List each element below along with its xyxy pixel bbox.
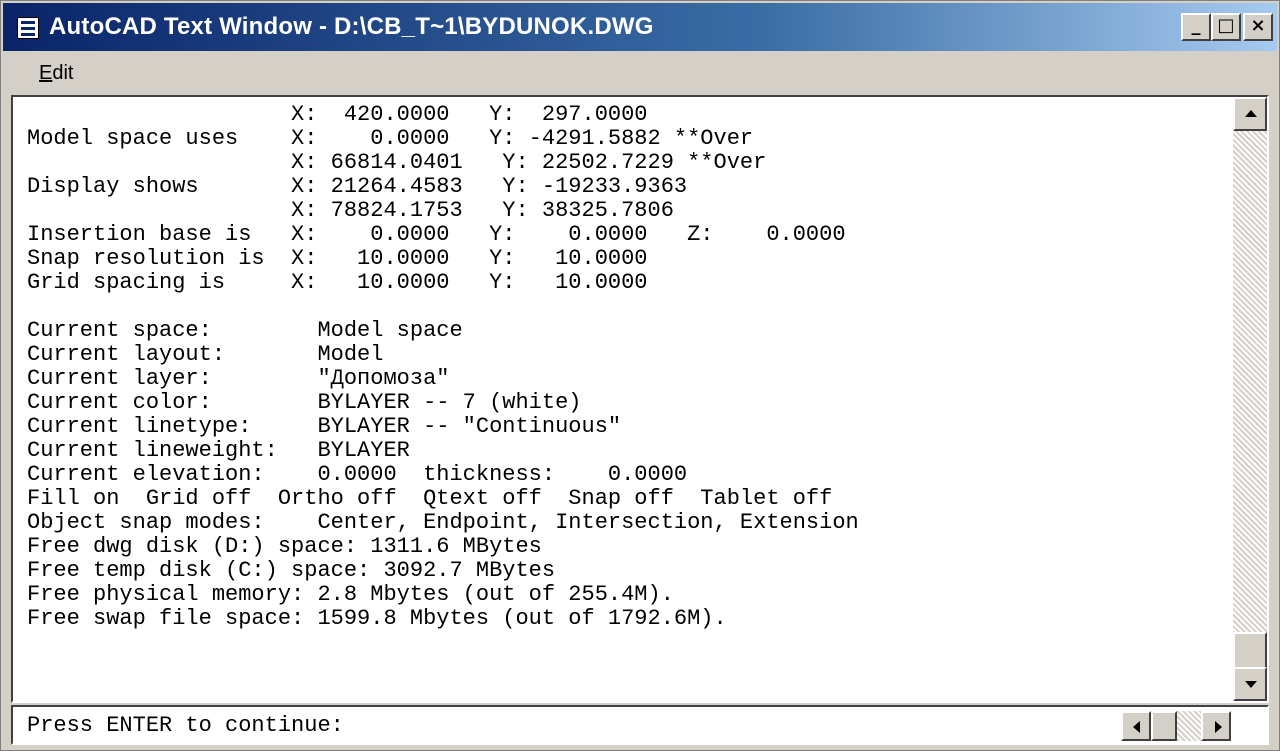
app-icon[interactable] — [17, 17, 39, 39]
arrow-down-icon — [1245, 681, 1257, 688]
close-button[interactable]: × — [1243, 13, 1273, 41]
history-line: Model space uses X: 0.0000 Y: -4291.5882… — [27, 126, 754, 151]
history-line: Object snap modes: Center, Endpoint, Int… — [27, 510, 859, 535]
command-prompt: Press ENTER to continue: — [27, 713, 344, 738]
title-bar[interactable]: AutoCAD Text Window - D:\CB_T~1\BYDUNOK.… — [3, 3, 1277, 51]
arrow-left-icon — [1133, 721, 1140, 733]
history-line: Fill on Grid off Ortho off Qtext off Sna… — [27, 486, 833, 511]
history-line: Current linetype: BYLAYER -- "Continuous… — [27, 414, 622, 439]
history-text: X: 420.0000 Y: 297.0000 Model space uses … — [27, 103, 1232, 699]
history-line: Snap resolution is X: 10.0000 Y: 10.0000 — [27, 246, 648, 271]
horizontal-scroll-thumb[interactable] — [1151, 711, 1177, 741]
history-line: X: 78824.1753 Y: 38325.7806 — [27, 198, 674, 223]
history-line: X: 66814.0401 Y: 22502.7229 **Over — [27, 150, 767, 175]
arrow-right-icon — [1215, 721, 1222, 733]
minimize-button[interactable]: _ — [1181, 13, 1211, 41]
scroll-down-button[interactable] — [1233, 667, 1267, 701]
scroll-up-button[interactable] — [1233, 97, 1267, 131]
history-line: Insertion base is X: 0.0000 Y: 0.0000 Z:… — [27, 222, 846, 247]
history-line: Current lineweight: BYLAYER — [27, 438, 410, 463]
text-history-area[interactable]: X: 420.0000 Y: 297.0000 Model space uses … — [11, 95, 1269, 703]
history-line: Current layer: "Допомоза" — [27, 366, 450, 391]
history-line: Current color: BYLAYER -- 7 (white) — [27, 390, 582, 415]
scroll-right-button[interactable] — [1201, 711, 1231, 741]
history-line: Current elevation: 0.0000 thickness: 0.0… — [27, 462, 688, 487]
command-line[interactable]: Press ENTER to continue: — [11, 705, 1269, 745]
menu-edit[interactable]: Edit — [39, 62, 73, 85]
scroll-left-button[interactable] — [1121, 711, 1151, 741]
autocad-text-window: AutoCAD Text Window - D:\CB_T~1\BYDUNOK.… — [0, 0, 1280, 751]
history-line: X: 420.0000 Y: 297.0000 — [27, 103, 648, 127]
history-line: Free physical memory: 2.8 Mbytes (out of… — [27, 582, 674, 607]
history-line: Free dwg disk (D:) space: 1311.6 MBytes — [27, 534, 542, 559]
history-line: Grid spacing is X: 10.0000 Y: 10.0000 — [27, 270, 648, 295]
history-line: Free temp disk (C:) space: 3092.7 MBytes — [27, 558, 556, 583]
history-line: Current space: Model space — [27, 318, 463, 343]
menu-bar: Edit — [3, 53, 1277, 93]
scroll-thumb[interactable] — [1233, 632, 1267, 672]
history-line: Free swap file space: 1599.8 Mbytes (out… — [27, 606, 727, 631]
history-line — [27, 295, 1232, 319]
maximize-button[interactable]: □ — [1211, 13, 1241, 41]
history-line: Display shows X: 21264.4583 Y: -19233.93… — [27, 174, 688, 199]
vertical-scrollbar[interactable] — [1233, 97, 1267, 701]
arrow-up-icon — [1245, 110, 1257, 117]
window-title: AutoCAD Text Window - D:\CB_T~1\BYDUNOK.… — [49, 13, 654, 40]
horizontal-scrollbar[interactable] — [1121, 711, 1231, 741]
history-line: Current layout: Model — [27, 342, 384, 367]
